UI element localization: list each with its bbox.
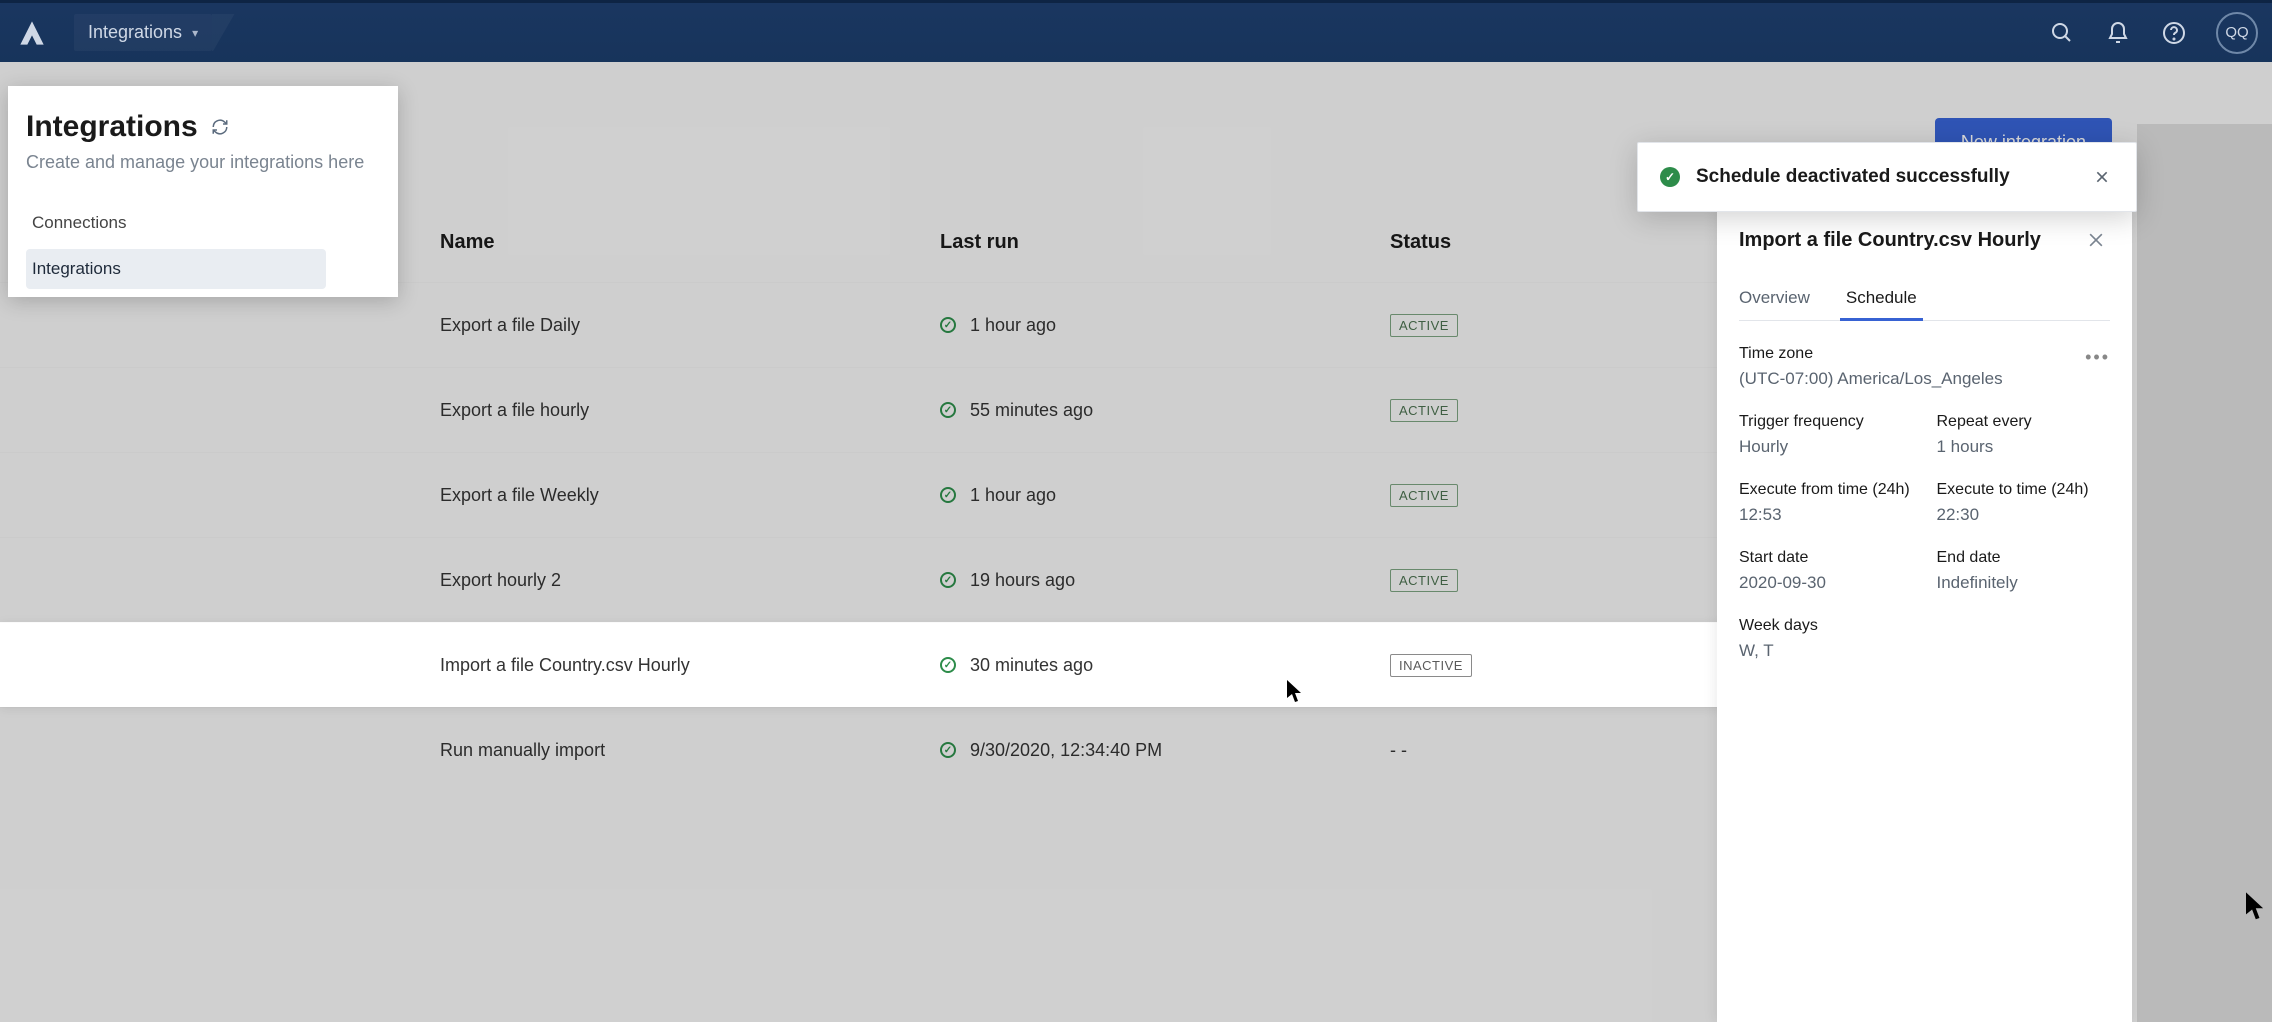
field-value: W, T [1739,641,2110,661]
detail-tabs: Overview Schedule [1739,288,2110,321]
field-value: Hourly [1739,437,1913,457]
field-value: (UTC-07:00) America/Los_Angeles [1739,369,2061,389]
table-row[interactable]: Export hourly 2 19 hours ago ACTIVE [0,537,1892,622]
toast-message: Schedule deactivated successfully [1696,166,2074,188]
breadcrumb-label: Integrations [88,22,182,43]
field-label: Time zone [1739,345,2061,363]
search-icon[interactable] [2048,19,2076,47]
row-name: Import a file Country.csv Hourly [440,655,940,676]
toast: ✓ Schedule deactivated successfully [1637,142,2137,212]
table-row[interactable]: Export a file Weekly 1 hour ago ACTIVE [0,452,1892,537]
more-icon[interactable]: ••• [2085,347,2110,368]
field-value: 1 hours [1937,437,2111,457]
row-name: Export hourly 2 [440,570,940,591]
help-icon[interactable] [2160,19,2188,47]
tab-overview[interactable]: Overview [1739,288,1810,320]
top-nav: Integrations ▾ QQ [0,0,2272,62]
row-last-run: 55 minutes ago [970,400,1093,421]
field-label: Start date [1739,549,1913,567]
row-name: Export a file Weekly [440,485,940,506]
row-last-run: 1 hour ago [970,485,1056,506]
table-row[interactable]: Run manually import 9/30/2020, 12:34:40 … [0,707,1892,792]
col-last-run: Last run [940,231,1390,254]
row-last-run: 1 hour ago [970,315,1056,336]
success-icon [940,572,956,588]
close-icon[interactable] [2090,165,2114,189]
detail-panel: Import a file Country.csv Hourly Overvie… [1717,202,2132,1022]
field-label: Week days [1739,617,2110,635]
popover-link-connections[interactable]: Connections [26,203,326,243]
integrations-popover: Integrations Create and manage your inte… [8,86,398,297]
nav-breadcrumb[interactable]: Integrations ▾ [74,14,212,51]
row-name: Export a file Daily [440,315,940,336]
field-label: Repeat every [1937,413,2111,431]
field-value: 12:53 [1739,505,1913,525]
success-icon [940,742,956,758]
tab-schedule[interactable]: Schedule [1846,288,1917,320]
table-row[interactable]: Import a file Country.csv Hourly 30 minu… [0,622,1892,707]
field-label: Execute from time (24h) [1739,481,1913,499]
close-icon[interactable] [2082,226,2110,254]
field-value: Indefinitely [1937,573,2111,593]
field-value: 2020-09-30 [1739,573,1913,593]
success-icon [940,487,956,503]
status-badge: INACTIVE [1390,654,1472,677]
row-last-run: 19 hours ago [970,570,1075,591]
app-logo-icon[interactable] [14,15,50,51]
row-name: Export a file hourly [440,400,940,421]
field-value: 22:30 [1937,505,2111,525]
success-icon [940,657,956,673]
col-name: Name [440,231,940,254]
field-label: End date [1937,549,2111,567]
field-label: Trigger frequency [1739,413,1913,431]
status-badge: ACTIVE [1390,399,1458,422]
integrations-list: Name Last run Status Export a file Daily… [0,202,1892,1022]
row-last-run: 9/30/2020, 12:34:40 PM [970,740,1162,761]
success-icon [940,402,956,418]
chevron-down-icon: ▾ [192,26,198,40]
refresh-icon[interactable] [210,117,230,137]
success-icon [940,317,956,333]
main-surface: New integration Name Last run Status Exp… [0,62,2272,1022]
detail-title: Import a file Country.csv Hourly [1739,229,2041,252]
row-last-run: 30 minutes ago [970,655,1093,676]
avatar-initials: QQ [2225,24,2248,41]
status-text: - - [1390,740,1407,760]
popover-subtitle: Create and manage your integrations here [26,152,394,173]
right-gutter [2137,124,2272,1022]
row-name: Run manually import [440,740,940,761]
status-badge: ACTIVE [1390,484,1458,507]
popover-title: Integrations [26,110,198,144]
field-label: Execute to time (24h) [1937,481,2111,499]
status-badge: ACTIVE [1390,314,1458,337]
bell-icon[interactable] [2104,19,2132,47]
popover-link-integrations[interactable]: Integrations [26,249,326,289]
table-row[interactable]: Export a file hourly 55 minutes ago ACTI… [0,367,1892,452]
status-badge: ACTIVE [1390,569,1458,592]
success-icon: ✓ [1660,167,1680,187]
avatar[interactable]: QQ [2216,12,2258,54]
